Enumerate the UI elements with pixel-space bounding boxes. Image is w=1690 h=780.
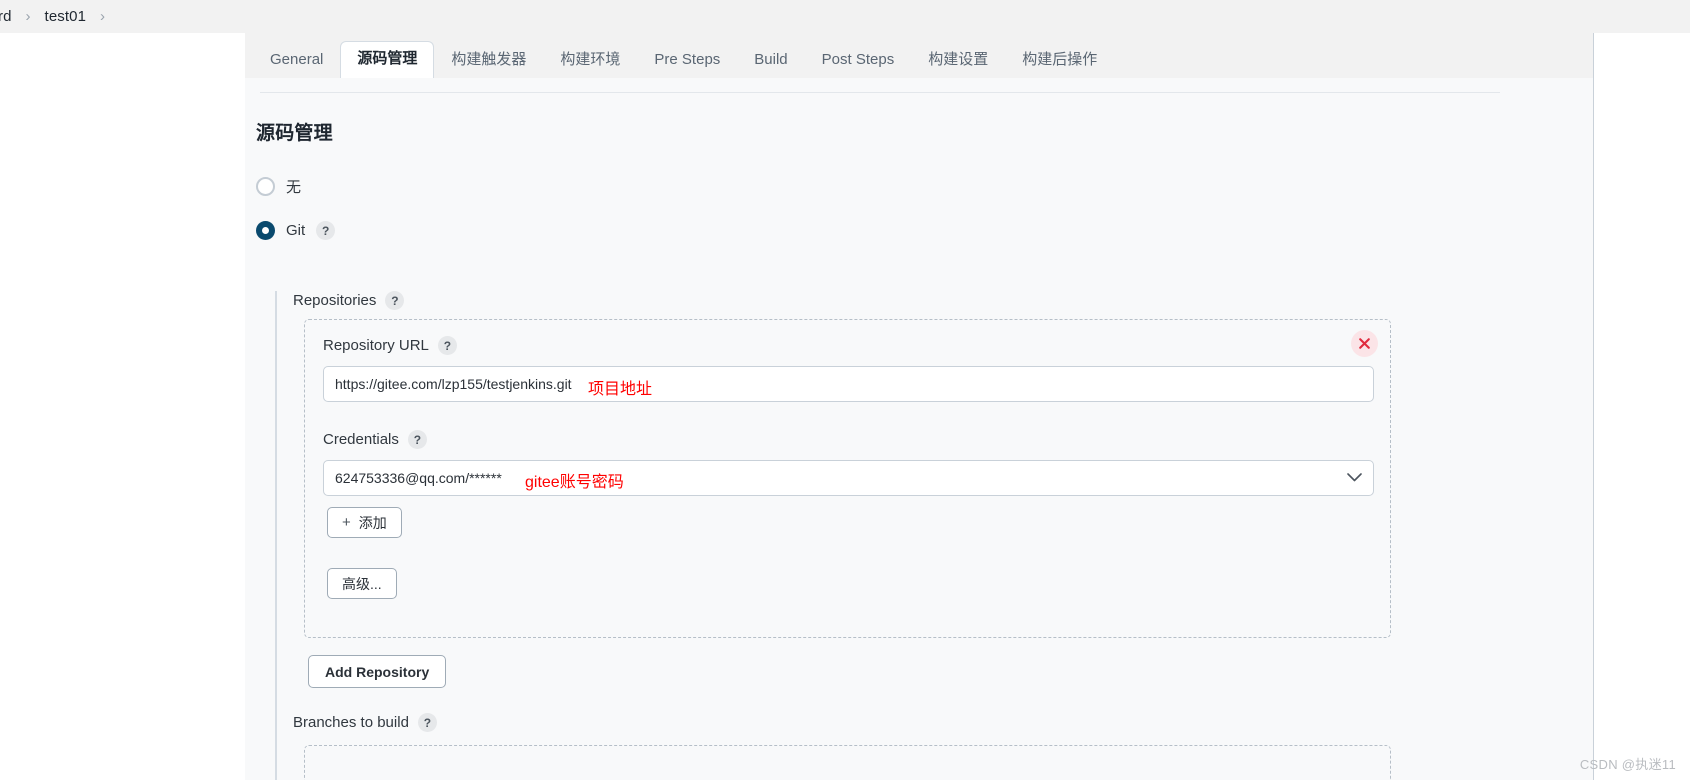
help-icon-credentials[interactable]: ? bbox=[407, 430, 427, 449]
tab-label: General bbox=[270, 51, 324, 68]
help-icon-branches[interactable]: ? bbox=[417, 713, 437, 732]
tab-label: 构建触发器 bbox=[451, 51, 527, 68]
help-icon-git[interactable]: ? bbox=[316, 221, 336, 240]
right-gutter bbox=[1593, 33, 1690, 780]
credentials-annotation: gitee账号密码 bbox=[525, 474, 624, 491]
repositories-label: Repositories bbox=[293, 292, 377, 309]
plus-icon: + bbox=[342, 514, 351, 531]
tab-label: Post Steps bbox=[821, 51, 895, 68]
breadcrumb-item-dashboard[interactable]: rd bbox=[0, 8, 18, 25]
branches-to-build-field-label: Branches to build ? bbox=[293, 713, 437, 732]
delete-repository-button[interactable] bbox=[1351, 330, 1378, 357]
page-title: 源码管理 bbox=[256, 123, 333, 144]
help-icon-repositories[interactable]: ? bbox=[385, 291, 405, 310]
repository-card: Repository URL ? 项目地址 Credentials ? 6247… bbox=[304, 319, 1391, 638]
breadcrumb-separator-icon-2: › bbox=[100, 8, 106, 25]
repository-url-input[interactable] bbox=[323, 366, 1374, 402]
tab-build[interactable]: Build bbox=[737, 42, 804, 79]
branches-card bbox=[304, 745, 1391, 780]
scm-option-git-label: Git bbox=[286, 222, 306, 239]
scm-config-panel: 源码管理 无 Git ? Repositories ? Repository U… bbox=[245, 78, 1593, 780]
tab-label: 构建环境 bbox=[560, 51, 621, 68]
sidebar bbox=[0, 33, 245, 780]
help-icon-repository-url[interactable]: ? bbox=[437, 336, 457, 355]
repository-url-label: Repository URL bbox=[323, 337, 429, 354]
scm-option-none[interactable]: 无 bbox=[256, 176, 301, 197]
credentials-field-label: Credentials ? bbox=[323, 430, 427, 449]
tab-post-build-actions[interactable]: 构建后操作 bbox=[1005, 42, 1114, 79]
tab-label: 源码管理 bbox=[357, 50, 418, 67]
tab-build-environment[interactable]: 构建环境 bbox=[543, 42, 637, 79]
tab-post-steps[interactable]: Post Steps bbox=[805, 42, 912, 79]
jenkins-job-config-page: rd › test01 › General 源码管理 构建触发器 构建环境 Pr… bbox=[0, 0, 1690, 780]
breadcrumb-item-test01[interactable]: test01 bbox=[39, 8, 92, 25]
repository-url-row: 项目地址 bbox=[323, 366, 1374, 402]
add-credentials-label: 添加 bbox=[358, 514, 387, 531]
repositories-field: Repositories ? bbox=[293, 291, 405, 310]
tab-source-management[interactable]: 源码管理 bbox=[340, 41, 435, 79]
tab-build-triggers[interactable]: 构建触发器 bbox=[434, 42, 543, 79]
advanced-label: 高级... bbox=[342, 575, 382, 592]
credentials-label: Credentials bbox=[323, 431, 399, 448]
breadcrumb: rd › test01 › bbox=[0, 0, 1690, 33]
credentials-select[interactable]: 624753336@qq.com/****** gitee账号密码 bbox=[323, 460, 1374, 496]
branches-to-build-label: Branches to build bbox=[293, 714, 409, 731]
nesting-rule bbox=[275, 291, 277, 780]
add-credentials-button[interactable]: + 添加 bbox=[327, 507, 402, 538]
credentials-selected-value: 624753336@qq.com/****** bbox=[335, 470, 502, 486]
tab-label: Pre Steps bbox=[654, 51, 721, 68]
advanced-button[interactable]: 高级... bbox=[327, 568, 397, 599]
scm-option-none-label: 无 bbox=[286, 179, 302, 196]
tab-pre-steps[interactable]: Pre Steps bbox=[637, 42, 737, 79]
panel-divider bbox=[260, 92, 1500, 93]
credentials-row: 624753336@qq.com/****** gitee账号密码 bbox=[323, 460, 1374, 496]
config-tabbar: General 源码管理 构建触发器 构建环境 Pre Steps Build … bbox=[245, 33, 1593, 79]
close-icon bbox=[1359, 338, 1370, 349]
tab-label: 构建设置 bbox=[928, 51, 989, 68]
tab-general[interactable]: General bbox=[253, 42, 340, 79]
add-repository-button[interactable]: Add Repository bbox=[308, 655, 447, 688]
radio-git[interactable] bbox=[256, 221, 275, 240]
top-right-strip bbox=[1593, 0, 1690, 33]
tab-build-settings[interactable]: 构建设置 bbox=[911, 42, 1005, 79]
radio-none[interactable] bbox=[256, 177, 275, 196]
add-repository-label: Add Repository bbox=[325, 663, 430, 680]
tab-label: 构建后操作 bbox=[1022, 51, 1098, 68]
scm-option-git[interactable]: Git ? bbox=[256, 221, 336, 240]
watermark: CSDN @执迷11 bbox=[1579, 757, 1676, 772]
breadcrumb-separator-icon: › bbox=[25, 8, 31, 25]
repository-url-field-label: Repository URL ? bbox=[323, 336, 457, 355]
tab-label: Build bbox=[754, 51, 788, 68]
